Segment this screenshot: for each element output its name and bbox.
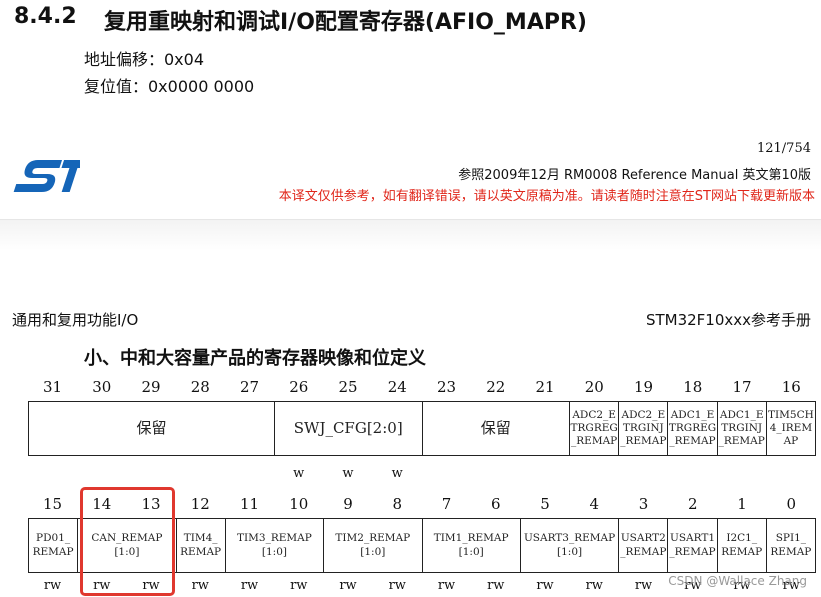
field-label: ADC2_E TRGREG _REMAP bbox=[570, 408, 618, 448]
bit-number: 1 bbox=[737, 495, 747, 513]
chapter-title: 通用和复用功能I/O bbox=[12, 311, 139, 329]
bit-number: 3 bbox=[638, 495, 649, 513]
bit-number: 6 bbox=[490, 495, 501, 513]
field-label: TIM1_REMAP [1:0] bbox=[433, 532, 509, 558]
bit-access: w bbox=[342, 466, 354, 481]
bit-access: rw bbox=[191, 578, 209, 593]
bit-number: 17 bbox=[732, 378, 752, 396]
bit-number: 5 bbox=[540, 495, 550, 513]
bit-access: rw bbox=[43, 578, 62, 593]
bit-number: 27 bbox=[239, 378, 260, 396]
register-field: 保留 bbox=[29, 402, 275, 455]
bit-access: rw bbox=[240, 578, 259, 593]
bit-number: 31 bbox=[42, 378, 63, 396]
bit-number: 18 bbox=[683, 378, 703, 396]
bit-number: 11 bbox=[239, 495, 260, 513]
bit-number: 24 bbox=[387, 378, 407, 396]
section-title: 复用重映射和调试I/O配置寄存器(AFIO_MAPR) bbox=[104, 10, 587, 35]
register-field: USART1 _REMAP bbox=[668, 519, 718, 572]
can-remap-highlight-box bbox=[80, 487, 175, 596]
bit-number: 20 bbox=[584, 378, 604, 396]
register-field: TIM4_ REMAP bbox=[177, 519, 226, 572]
register-field: I2C1_ REMAP bbox=[718, 519, 767, 572]
bit-number: 29 bbox=[141, 378, 161, 396]
bit-number: 9 bbox=[343, 495, 353, 513]
register-field: TIM3_REMAP [1:0] bbox=[226, 519, 325, 572]
field-label: SPI1_ REMAP bbox=[770, 532, 812, 558]
bit-access: rw bbox=[339, 578, 357, 593]
translation-notice: 本译文仅供参考，如有翻译错误，请以英文原稿为准。请读者随时注意在ST网站下载更新… bbox=[278, 189, 815, 204]
bit-number: 7 bbox=[441, 495, 452, 513]
reset-value: 复位值：0x0000 0000 bbox=[84, 77, 255, 96]
bit-number: 30 bbox=[92, 378, 112, 396]
register-field: TIM5CH 4_IREM AP bbox=[767, 402, 816, 455]
bit-access: rw bbox=[487, 578, 505, 593]
bit-number: 10 bbox=[289, 495, 309, 513]
field-label: ADC1_E TRGINJ _REMAP bbox=[718, 408, 765, 448]
bit-number: 23 bbox=[436, 378, 457, 396]
field-label: TIM2_REMAP [1:0] bbox=[335, 532, 411, 558]
bit-access: rw bbox=[437, 578, 456, 593]
table-heading: 小、中和大容量产品的寄存器映像和位定义 bbox=[84, 348, 426, 369]
bit-number: 15 bbox=[42, 495, 63, 513]
manual-title: STM32F10xxx参考手册 bbox=[645, 311, 811, 329]
bit-access: w bbox=[391, 466, 403, 481]
bit-access: rw bbox=[634, 578, 653, 593]
field-label: USART3_REMAP [1:0] bbox=[523, 532, 616, 558]
field-label: USART1 _REMAP bbox=[669, 532, 716, 558]
bit-access: rw bbox=[290, 578, 308, 593]
bit-number: 19 bbox=[633, 378, 654, 396]
reference-line: 参照2009年12月 RM0008 Reference Manual 英文第10… bbox=[458, 168, 811, 183]
field-label: 保留 bbox=[480, 419, 511, 438]
section-number: 8.4.2 bbox=[14, 4, 77, 29]
register-field: ADC2_E TRGINJ _REMAP bbox=[619, 402, 669, 455]
register-field: USART2 _REMAP bbox=[619, 519, 669, 572]
bit-number: 21 bbox=[535, 378, 555, 396]
register-field: TIM1_REMAP [1:0] bbox=[423, 519, 521, 572]
register-field: PD01_ REMAP bbox=[29, 519, 79, 572]
bit-number: 16 bbox=[781, 378, 801, 396]
bit-number: 2 bbox=[687, 495, 698, 513]
bit-number: 0 bbox=[786, 495, 797, 513]
field-label: PD01_ REMAP bbox=[32, 532, 74, 558]
bit-access: rw bbox=[585, 578, 603, 593]
page-number: 121/754 bbox=[756, 141, 811, 156]
register-field: SWJ_CFG[2:0] bbox=[275, 402, 423, 455]
field-label: USART2 _REMAP bbox=[620, 532, 667, 558]
field-label: 保留 bbox=[136, 419, 167, 438]
field-label: I2C1_ REMAP bbox=[721, 532, 763, 558]
field-label: SWJ_CFG[2:0] bbox=[293, 419, 403, 438]
field-label: TIM5CH 4_IREM AP bbox=[768, 408, 814, 448]
register-field: 保留 bbox=[423, 402, 571, 455]
bit-number: 22 bbox=[486, 378, 506, 396]
field-label: TIM4_ REMAP bbox=[180, 532, 222, 558]
bit-access: rw bbox=[536, 578, 554, 593]
register-field: ADC2_E TRGREG _REMAP bbox=[570, 402, 620, 455]
field-label: ADC1_E TRGREG _REMAP bbox=[668, 408, 717, 448]
register-field: ADC1_E TRGREG _REMAP bbox=[668, 402, 718, 455]
register-field: TIM2_REMAP [1:0] bbox=[324, 519, 423, 572]
bit-number: 4 bbox=[589, 495, 600, 513]
register-field: ADC1_E TRGINJ _REMAP bbox=[718, 402, 767, 455]
bit-access: w bbox=[293, 466, 305, 481]
register-field: SPI1_ REMAP bbox=[767, 519, 816, 572]
page-break-band bbox=[0, 219, 821, 250]
register-field: USART3_REMAP [1:0] bbox=[521, 519, 620, 572]
register-upper-row: 保留 SWJ_CFG[2:0] 保留 ADC2_E TRGREG _REMAP ADC2_E… bbox=[28, 401, 816, 456]
bit-number: 8 bbox=[392, 495, 403, 513]
bit-number: 26 bbox=[289, 378, 309, 396]
field-label: ADC2_E TRGINJ _REMAP bbox=[620, 408, 667, 448]
watermark: CSDN @Wallace Zhang bbox=[668, 574, 807, 588]
bit-number: 25 bbox=[338, 378, 358, 396]
bit-number: 28 bbox=[190, 378, 210, 396]
bit-number: 12 bbox=[190, 495, 210, 513]
field-label: TIM3_REMAP [1:0] bbox=[237, 532, 312, 558]
address-offset: 地址偏移：0x04 bbox=[84, 50, 205, 69]
st-logo-icon bbox=[10, 154, 89, 200]
bit-access: rw bbox=[388, 578, 406, 593]
